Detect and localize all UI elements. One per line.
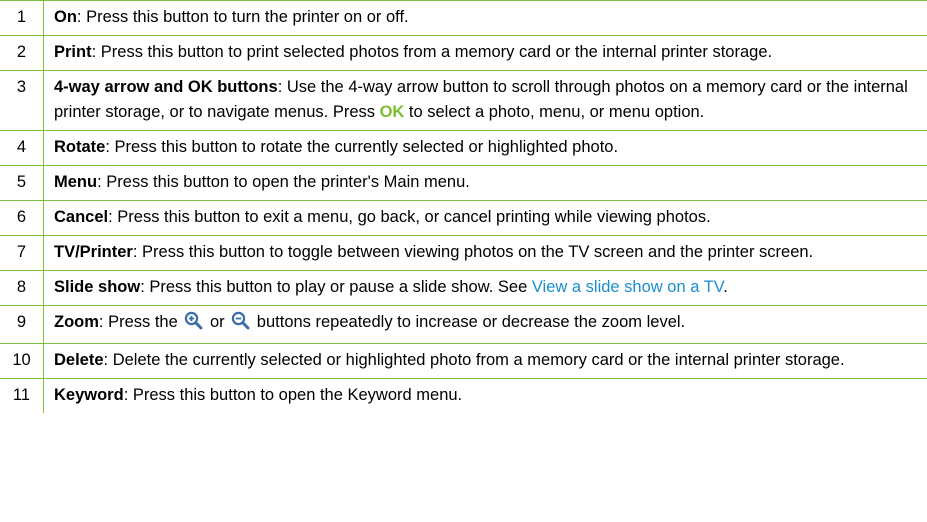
description-text: : Press this button to rotate the curren… bbox=[105, 138, 619, 156]
table-row: 3 4-way arrow and OK buttons: Use the 4-… bbox=[0, 70, 927, 131]
description-text: : Press this button to exit a menu, go b… bbox=[108, 208, 711, 226]
zoom-out-icon bbox=[231, 311, 250, 338]
term: Print bbox=[54, 43, 92, 61]
row-description: 4-way arrow and OK buttons: Use the 4-wa… bbox=[43, 70, 927, 131]
row-number: 5 bbox=[0, 165, 44, 201]
row-description: Keyword: Press this button to open the K… bbox=[43, 378, 927, 413]
description-text: : Press this button to toggle between vi… bbox=[132, 243, 814, 261]
table-row: 11 Keyword: Press this button to open th… bbox=[0, 378, 927, 413]
row-description: Zoom: Press the or buttons repeatedly to… bbox=[43, 305, 927, 344]
description-text: to select a photo, menu, or menu option. bbox=[404, 103, 705, 121]
row-number: 8 bbox=[0, 270, 44, 306]
description-text: : Press this button to open the printer'… bbox=[97, 173, 470, 191]
row-number: 6 bbox=[0, 200, 44, 236]
table-row: 9 Zoom: Press the or buttons repeatedly … bbox=[0, 305, 927, 344]
term: Keyword bbox=[54, 386, 124, 404]
button-legend-page: 1 On: Press this button to turn the prin… bbox=[0, 0, 927, 522]
row-description: Rotate: Press this button to rotate the … bbox=[43, 130, 927, 166]
description-text: : Press the bbox=[98, 313, 183, 331]
term: Rotate bbox=[54, 138, 106, 156]
term: 4-way arrow and OK buttons bbox=[54, 78, 278, 96]
table-row: 2 Print: Press this button to print sele… bbox=[0, 35, 927, 71]
description-text: or bbox=[205, 313, 230, 331]
table-row: 10 Delete: Delete the currently selected… bbox=[0, 343, 927, 379]
description-text: : Delete the currently selected or highl… bbox=[103, 351, 845, 369]
term: Delete bbox=[54, 351, 104, 369]
table-row: 8 Slide show: Press this button to play … bbox=[0, 270, 927, 306]
row-description: Menu: Press this button to open the prin… bbox=[43, 165, 927, 201]
row-number: 3 bbox=[0, 70, 44, 131]
term: On bbox=[54, 8, 77, 26]
row-number: 9 bbox=[0, 305, 44, 344]
row-number: 2 bbox=[0, 35, 44, 71]
term: TV/Printer bbox=[54, 243, 133, 261]
row-number: 1 bbox=[0, 0, 44, 36]
term: Slide show bbox=[54, 278, 141, 296]
row-number: 11 bbox=[0, 378, 44, 413]
row-description: Delete: Delete the currently selected or… bbox=[43, 343, 927, 379]
row-description: Print: Press this button to print select… bbox=[43, 35, 927, 71]
description-text: : Press this button to print selected ph… bbox=[91, 43, 773, 61]
row-description: Slide show: Press this button to play or… bbox=[43, 270, 927, 306]
zoom-in-icon bbox=[184, 311, 203, 338]
description-text: . bbox=[723, 278, 728, 296]
table-row: 1 On: Press this button to turn the prin… bbox=[0, 0, 927, 36]
table-row: 5 Menu: Press this button to open the pr… bbox=[0, 165, 927, 201]
ok-button-label: OK bbox=[379, 103, 405, 121]
table-row: 6 Cancel: Press this button to exit a me… bbox=[0, 200, 927, 236]
description-text: buttons repeatedly to increase or decrea… bbox=[252, 313, 686, 331]
slide-show-link[interactable]: View a slide show on a TV bbox=[532, 278, 723, 296]
button-legend-table: 1 On: Press this button to turn the prin… bbox=[0, 0, 927, 413]
term: Menu bbox=[54, 173, 98, 191]
description-text: : Press this button to play or pause a s… bbox=[140, 278, 532, 296]
row-description: Cancel: Press this button to exit a menu… bbox=[43, 200, 927, 236]
row-description: On: Press this button to turn the printe… bbox=[43, 0, 927, 36]
row-description: TV/Printer: Press this button to toggle … bbox=[43, 235, 927, 271]
table-row: 4 Rotate: Press this button to rotate th… bbox=[0, 130, 927, 166]
row-number: 10 bbox=[0, 343, 44, 379]
description-text: : Press this button to open the Keyword … bbox=[123, 386, 463, 404]
row-number: 4 bbox=[0, 130, 44, 166]
term: Zoom bbox=[54, 313, 99, 331]
table-row: 7 TV/Printer: Press this button to toggl… bbox=[0, 235, 927, 271]
description-text: : Press this button to turn the printer … bbox=[76, 8, 409, 26]
row-number: 7 bbox=[0, 235, 44, 271]
term: Cancel bbox=[54, 208, 109, 226]
